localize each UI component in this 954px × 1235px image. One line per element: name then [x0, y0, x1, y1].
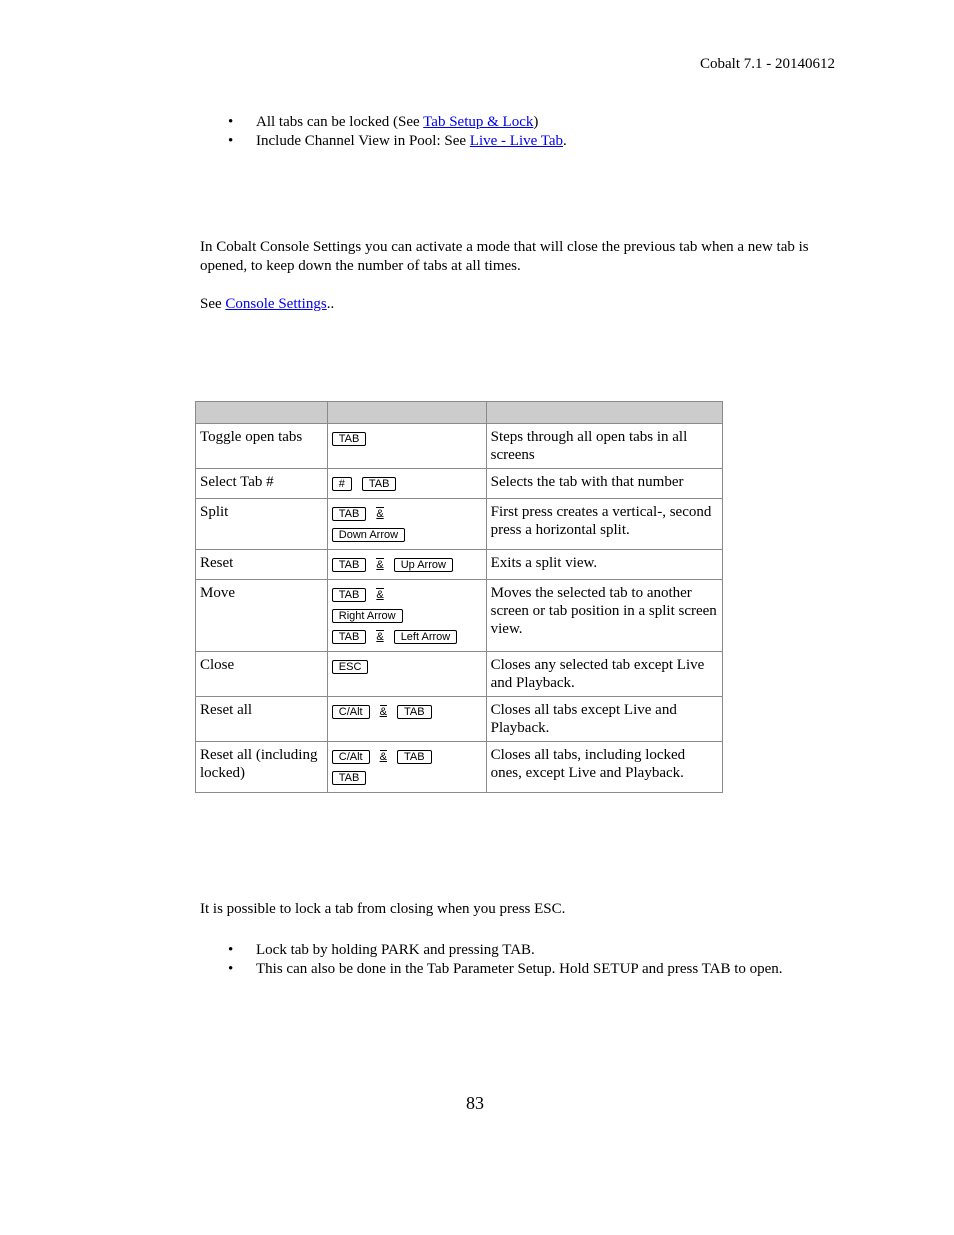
bullet-icon: •: [228, 942, 234, 958]
table-row: Move TAB & Right Arrow TAB & Left Arrow Moves t…: [195, 579, 724, 652]
keycap-icon: TAB: [331, 557, 367, 572]
keycap-icon: TAB: [331, 587, 367, 602]
bullet-icon: •: [228, 114, 234, 130]
description-cell: Selects the tab with that number: [485, 468, 724, 499]
bullet-icon: •: [228, 133, 234, 149]
table-row: Reset all (including locked) C/Alt & TAB TAB…: [195, 741, 724, 793]
ampersand-separator: &: [376, 507, 384, 520]
key-combination: TAB &: [331, 503, 482, 524]
list-item: • Lock tab by holding PARK and pressing …: [200, 941, 783, 960]
header-cell-action: [195, 401, 328, 424]
keys-cell: # TAB: [326, 468, 487, 499]
keys-cell: TAB & Up Arrow: [326, 549, 487, 580]
action-cell: Reset all: [195, 696, 328, 742]
key-combination: # TAB: [331, 473, 482, 494]
page-number: 83: [466, 1093, 484, 1113]
header-cell-description: [485, 401, 724, 424]
description-cell: Steps through all open tabs in all scree…: [485, 423, 724, 469]
tab-setup-lock-link[interactable]: Tab Setup & Lock: [423, 114, 533, 130]
key-combination: C/Alt & TAB: [331, 746, 482, 767]
list-item: • Include Channel View in Pool: See Live…: [200, 132, 567, 151]
description-cell: Closes all tabs except Live and Playback…: [485, 696, 724, 742]
keys-cell: TAB & Right Arrow TAB & Left Arrow: [326, 579, 487, 652]
keycap-icon: TAB: [331, 506, 367, 521]
action-cell: Toggle open tabs: [195, 423, 328, 469]
bullet-icon: •: [228, 961, 234, 977]
keycap-icon: Left Arrow: [393, 629, 458, 644]
see-suffix: ..: [326, 296, 335, 312]
description-cell: First press creates a vertical-, second …: [485, 498, 724, 550]
table-header-row: [195, 401, 724, 424]
ampersand-separator: &: [379, 705, 387, 718]
bullet-text: This can also be done in the Tab Paramet…: [256, 961, 783, 977]
see-console-settings: See Console Settings..: [200, 295, 840, 314]
ampersand-separator: &: [376, 588, 384, 601]
ampersand-separator: &: [376, 558, 384, 571]
bullet-text: Include Channel View in Pool: See: [256, 133, 470, 149]
key-combination: TAB: [331, 428, 482, 449]
action-cell: Move: [195, 579, 328, 652]
keycap-icon: C/Alt: [331, 704, 370, 719]
table-row: Close ESC Closes any selected tab except L…: [195, 651, 724, 697]
table-row: Select Tab # # TAB Selects the tab with tha…: [195, 468, 724, 499]
key-combination: C/Alt & TAB: [331, 701, 482, 722]
keys-cell: TAB & Down Arrow: [326, 498, 487, 550]
action-cell: Split: [195, 498, 328, 550]
description-cell: Exits a split view.: [485, 549, 724, 580]
keycap-icon: ESC: [331, 659, 369, 674]
keycap-icon: #: [331, 476, 352, 491]
keys-cell: TAB: [326, 423, 487, 469]
key-combination: Right Arrow: [331, 605, 482, 626]
keycap-icon: Right Arrow: [331, 608, 403, 623]
description-cell: Closes any selected tab except Live and …: [485, 651, 724, 697]
list-item: • This can also be done in the Tab Param…: [200, 960, 783, 979]
action-cell: Reset: [195, 549, 328, 580]
ampersand-separator: &: [379, 750, 387, 763]
table-row: Split TAB & Down Arrow First press creates a…: [195, 498, 724, 550]
lock-paragraph: It is possible to lock a tab from closin…: [200, 901, 566, 917]
key-combination: TAB & Left Arrow: [331, 626, 482, 647]
description-cell: Moves the selected tab to another screen…: [485, 579, 724, 652]
key-combination: TAB & Up Arrow: [331, 554, 482, 575]
key-combination: TAB: [331, 767, 482, 788]
document-version-header: Cobalt 7.1 - 20140612: [700, 56, 835, 72]
shortcut-table: Toggle open tabs TAB Steps through all ope…: [195, 401, 724, 793]
keycap-icon: TAB: [331, 770, 367, 785]
bullet-text-suffix: .: [563, 133, 567, 149]
keys-cell: ESC: [326, 651, 487, 697]
list-item: • All tabs can be locked (See Tab Setup …: [200, 113, 567, 132]
keycap-icon: TAB: [331, 629, 367, 644]
console-settings-paragraph: In Cobalt Console Settings you can activ…: [200, 239, 809, 274]
keycap-icon: Down Arrow: [331, 527, 406, 542]
ampersand-separator: &: [376, 630, 384, 643]
bullet-text: All tabs can be locked (See: [256, 114, 424, 130]
lock-instructions-list: • Lock tab by holding PARK and pressing …: [200, 941, 783, 979]
keycap-icon: TAB: [331, 431, 367, 446]
live-tab-link[interactable]: Live - Live Tab: [470, 133, 563, 149]
description-cell: Closes all tabs, including locked ones, …: [485, 741, 724, 793]
action-cell: Reset all (including locked): [195, 741, 328, 793]
key-combination: ESC: [331, 656, 482, 677]
keycap-icon: TAB: [396, 704, 432, 719]
table-row: Reset all C/Alt & TAB Closes all tabs except…: [195, 696, 724, 742]
table-row: Toggle open tabs TAB Steps through all ope…: [195, 423, 724, 469]
key-combination: TAB &: [331, 584, 482, 605]
action-cell: Close: [195, 651, 328, 697]
keycap-icon: C/Alt: [331, 749, 370, 764]
keycap-icon: Up Arrow: [393, 557, 453, 572]
tab-features-list: • All tabs can be locked (See Tab Setup …: [200, 113, 567, 151]
table-row: Reset TAB & Up Arrow Exits a split view.: [195, 549, 724, 580]
keycap-icon: TAB: [361, 476, 397, 491]
action-cell: Select Tab #: [195, 468, 328, 499]
keys-cell: C/Alt & TAB: [326, 696, 487, 742]
bullet-text-suffix: ): [533, 114, 539, 130]
keycap-icon: TAB: [396, 749, 432, 764]
see-prefix: See: [200, 296, 226, 312]
header-cell-keys: [326, 401, 487, 424]
keys-cell: C/Alt & TAB TAB: [326, 741, 487, 793]
key-combination: Down Arrow: [331, 524, 482, 545]
bullet-text: Lock tab by holding PARK and pressing TA…: [256, 942, 535, 958]
console-settings-link[interactable]: Console Settings: [225, 296, 326, 312]
